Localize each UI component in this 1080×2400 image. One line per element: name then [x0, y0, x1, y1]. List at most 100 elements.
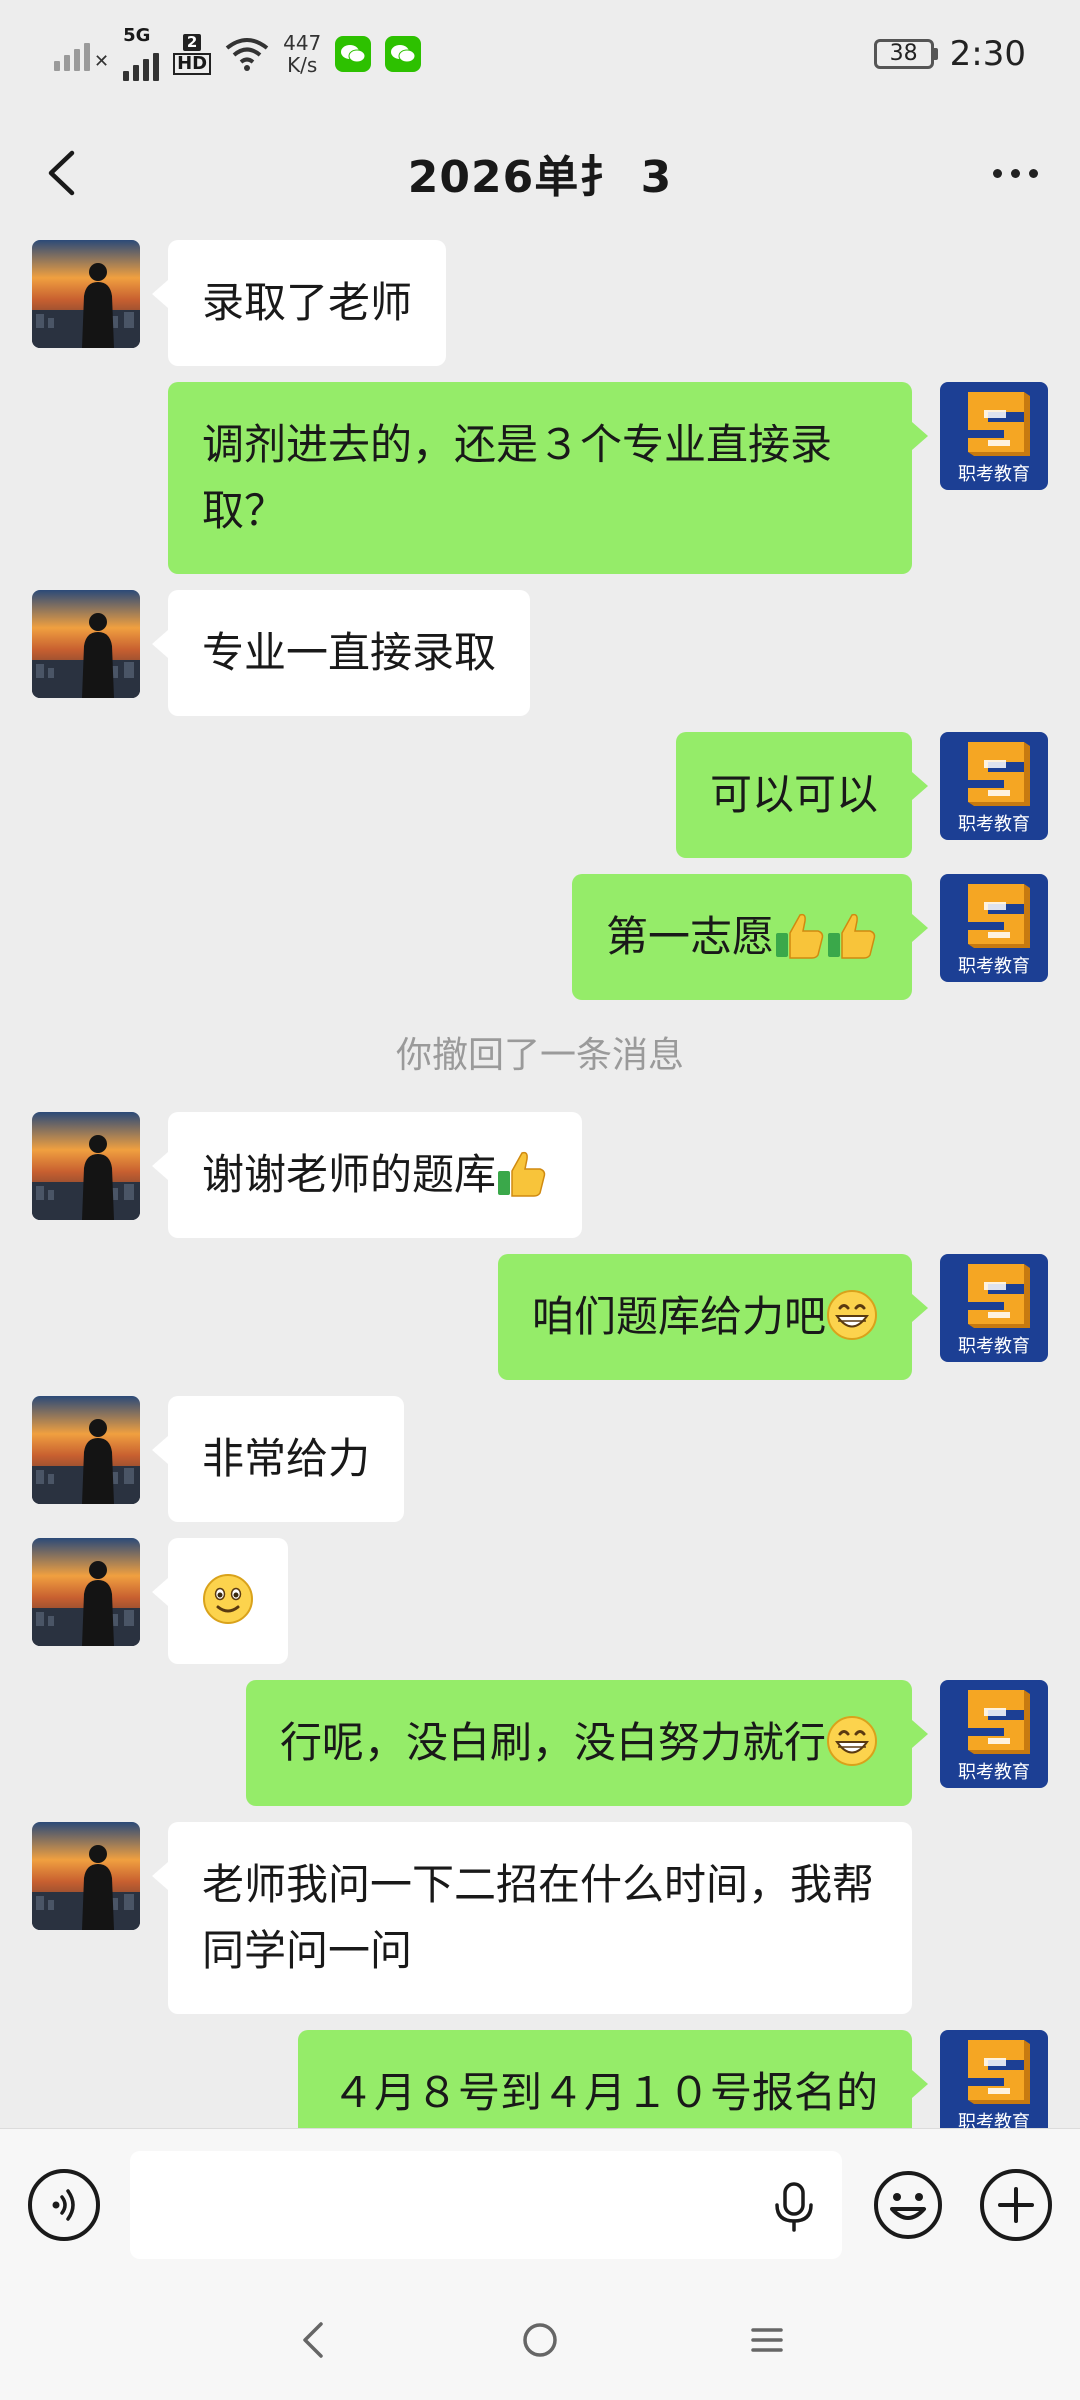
battery-level: 38	[873, 39, 934, 69]
voice-wave-icon	[52, 2189, 75, 2221]
voice-mode-button[interactable]	[28, 2169, 100, 2241]
logo-avatar: 职考教育	[940, 1680, 1048, 1788]
microphone-icon[interactable]	[770, 2181, 818, 2233]
logo-avatar: 职考教育	[940, 732, 1048, 840]
input-bar	[0, 2128, 1080, 2280]
my-avatar[interactable]: 职考教育	[940, 382, 1048, 490]
nav-recents-button[interactable]	[737, 2310, 797, 2370]
no-signal-x-icon: ✕	[94, 50, 110, 72]
avatar-photo	[32, 590, 140, 698]
sim-slot-label: 2	[182, 33, 202, 51]
smile-emoji-icon	[202, 1573, 254, 1625]
message-bubble[interactable]: 非常给力	[151, 1396, 405, 1522]
message-text: 行呢，没白刷，没白努力就行	[279, 1718, 826, 1767]
more-dot	[1028, 168, 1038, 178]
wifi-icon	[225, 38, 269, 71]
logo-caption: 职考教育	[958, 956, 1030, 977]
logo-avatar: 职考教育	[940, 1254, 1048, 1362]
message-bubble[interactable]: 行呢，没白刷，没白努力就行	[245, 1680, 929, 1806]
chat-title: 2026单扌 3	[407, 152, 673, 203]
nav-menu-icon	[750, 2328, 783, 2352]
more-dot	[1010, 168, 1020, 178]
contact-avatar[interactable]	[32, 590, 140, 698]
my-avatar[interactable]: 职考教育	[940, 2030, 1048, 2128]
thumbs-up-icon	[826, 909, 878, 961]
avatar-photo	[32, 240, 140, 348]
logo-avatar: 职考教育	[940, 382, 1048, 490]
status-indicators: ✕ 5G 2 HD 447 K/s	[54, 25, 422, 81]
recall-notice: 你撤回了一条消息	[395, 1035, 684, 1076]
avatar-photo	[32, 1822, 140, 1930]
my-avatar[interactable]: 职考教育	[940, 874, 1048, 982]
more-options-button[interactable]	[980, 148, 1050, 198]
signal-sim2-icon	[123, 47, 160, 81]
chat-header: 2026单扌 3	[0, 108, 1080, 238]
5g-label: 5G	[123, 25, 151, 46]
signal-sim1-icon	[54, 37, 90, 71]
network-speed-unit: K/s	[287, 53, 318, 77]
logo-avatar: 职考教育	[940, 874, 1048, 982]
message-text: 可以可以	[709, 770, 878, 819]
more-dot	[992, 168, 1002, 178]
avatar-photo	[32, 1538, 140, 1646]
nav-home-icon	[523, 2323, 557, 2357]
message-bubble[interactable]: 谢谢老师的题库	[151, 1112, 583, 1238]
contact-avatar[interactable]	[32, 1396, 140, 1504]
my-avatar[interactable]: 职考教育	[940, 1680, 1048, 1788]
clock: 2:30	[949, 34, 1026, 74]
chevron-left-icon	[48, 150, 75, 196]
message-bubble[interactable]	[152, 1538, 288, 1664]
message-bubble[interactable]: 咱们题库给力吧	[497, 1254, 929, 1380]
signal-5g-group: 5G	[123, 25, 160, 81]
message-text: 第一志愿	[605, 912, 774, 961]
message-bubble[interactable]: 调剂进去的，还是３个专业直接录取？	[168, 382, 928, 574]
network-speed: 447 K/s	[283, 32, 321, 76]
contact-avatar[interactable]	[32, 240, 140, 348]
message-bubble[interactable]: 可以可以	[675, 732, 929, 858]
chat-messages[interactable]: 录取了老师 职考教育 调剂进去的，还是３个专业直接录取？ 专业一直接录取 职考教…	[0, 238, 1080, 2128]
thumbs-up-icon	[496, 1147, 548, 1199]
status-right: 38 2:30	[873, 34, 1026, 74]
contact-avatar[interactable]	[32, 1822, 140, 1930]
message-input[interactable]	[130, 2151, 842, 2259]
message-text: 咱们题库给力吧	[531, 1292, 826, 1341]
back-button[interactable]	[36, 148, 86, 198]
message-text: 老师我问一下二招在什么时间，我帮同学问一问	[202, 1860, 875, 1975]
logo-avatar: 职考教育	[940, 2030, 1048, 2128]
more-functions-button[interactable]	[980, 2169, 1052, 2241]
message-text: ４月８号到４月１０号报名的	[331, 2068, 878, 2117]
my-avatar[interactable]: 职考教育	[940, 732, 1048, 840]
wechat-notification-icon	[335, 36, 372, 72]
message-text: 调剂进去的，还是３个专业直接录取？	[202, 420, 833, 535]
message-bubble[interactable]: 专业一直接录取	[151, 590, 531, 716]
system-nav-bar	[0, 2280, 1080, 2400]
wechat-notification-icon	[385, 36, 422, 72]
plus-icon	[998, 2187, 1034, 2223]
message-bubble[interactable]: 老师我问一下二招在什么时间，我帮同学问一问	[152, 1822, 912, 2014]
message-bubble[interactable]: ４月８号到４月１０号报名的	[297, 2030, 929, 2128]
contact-avatar[interactable]	[32, 1538, 140, 1646]
hd-label: HD	[173, 52, 212, 75]
status-bar: ✕ 5G 2 HD 447 K/s 38 2:30	[0, 0, 1080, 108]
message-text: 录取了老师	[202, 278, 413, 327]
message-text: 专业一直接录取	[202, 628, 497, 677]
message-bubble[interactable]: 第一志愿	[571, 874, 929, 1000]
my-avatar[interactable]: 职考教育	[940, 1254, 1048, 1362]
nav-back-icon	[303, 2322, 324, 2358]
contact-avatar[interactable]	[32, 1112, 140, 1220]
grin-emoji-icon	[826, 1289, 878, 1341]
message-text: 非常给力	[202, 1434, 371, 1483]
avatar-photo	[32, 1396, 140, 1504]
battery-icon: 38	[873, 39, 938, 69]
logo-caption: 职考教育	[958, 1336, 1030, 1357]
avatar-photo	[32, 1112, 140, 1220]
message-bubble[interactable]: 录取了老师	[151, 240, 447, 366]
logo-caption: 职考教育	[958, 2112, 1030, 2128]
nav-home-button[interactable]	[510, 2310, 570, 2370]
hd-indicator: 2 HD	[173, 33, 212, 75]
nav-back-button[interactable]	[283, 2310, 343, 2370]
grin-emoji-icon	[826, 1715, 878, 1767]
thumbs-up-icon	[774, 909, 826, 961]
logo-caption: 职考教育	[958, 1762, 1030, 1783]
emoji-button[interactable]	[872, 2169, 944, 2241]
